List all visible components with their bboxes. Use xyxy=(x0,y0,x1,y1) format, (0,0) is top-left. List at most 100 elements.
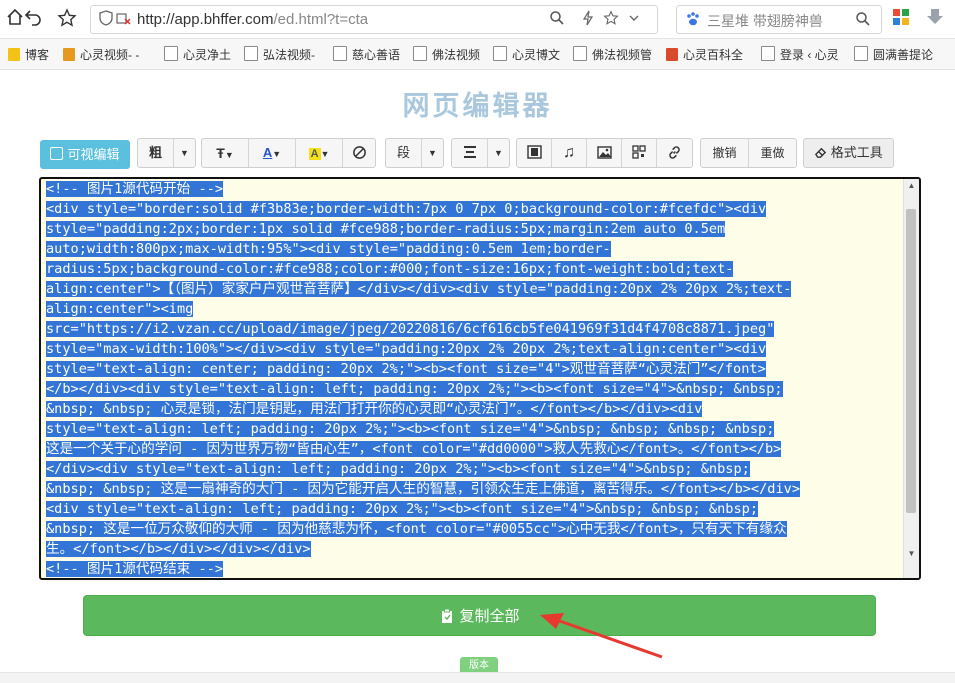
page-title: 网页编辑器 xyxy=(402,91,553,121)
browser-toolbar: http://app.bhffer.com/ed.html?t=cta 三星堆 … xyxy=(0,0,955,39)
code-line: &nbsp; &nbsp; 心灵是锁，法门是钥匙，用法门打开你的心灵即“心灵法门… xyxy=(46,399,904,419)
bookmark-item[interactable]: 博客 xyxy=(8,46,49,63)
bookmark-label: 慈心善语 xyxy=(352,48,401,62)
page-icon xyxy=(761,46,775,61)
bookmarks-bar: 博客 心灵视频- - 心灵净土 弘法视频- 慈心善语 佛法视频 心灵博文 佛法视… xyxy=(0,39,955,70)
bookmark-label: 佛法视频管 xyxy=(592,48,653,62)
bookmark-favicon-icon xyxy=(8,48,20,61)
page-icon xyxy=(244,46,258,61)
bookmark-item[interactable]: 登录 ‹ 心灵 xyxy=(761,46,839,63)
selected-code-text: &nbsp; &nbsp; 这是一扇神奇的大门 - 因为它能开启人生的智慧，引领… xyxy=(46,481,801,497)
video-icon[interactable] xyxy=(517,139,552,167)
paragraph-group: 段 ▼ xyxy=(385,138,444,168)
address-bar[interactable]: http://app.bhffer.com/ed.html?t=cta xyxy=(90,5,658,34)
font-format-group: Ŧ▼ A▼ A ▼ xyxy=(201,138,376,168)
format-tool-button[interactable]: 格式工具 xyxy=(803,138,894,168)
code-line: src="https://i2.vzan.cc/upload/image/jpe… xyxy=(46,319,904,339)
code-line: </b></div><div style="text-align: left; … xyxy=(46,379,904,399)
align-dropdown-chevron-icon[interactable]: ▼ xyxy=(488,139,509,167)
search-icon[interactable] xyxy=(855,11,871,31)
selected-code-text: style="max-width:100%"></div><div style=… xyxy=(46,341,767,357)
image-icon[interactable] xyxy=(587,139,622,167)
font-size-icon[interactable]: Ŧ▼ xyxy=(202,139,249,167)
bookmark-label: 心灵百科全 xyxy=(683,48,744,62)
code-editor[interactable]: <!-- 图片1源代码开始 --> <div style="border:soli… xyxy=(39,177,921,580)
back-icon[interactable] xyxy=(22,8,44,30)
media-group: ♫ xyxy=(516,138,693,168)
bold-button[interactable]: 粗 xyxy=(138,139,174,167)
bookmark-item[interactable]: 心灵视频- - xyxy=(63,46,139,63)
selected-code-text: radius:5px;background-color:#fce988;colo… xyxy=(46,261,734,277)
bookmark-item[interactable]: 心灵百科全 xyxy=(666,46,743,63)
search-placeholder: 三星堆 带翅膀神兽 xyxy=(707,13,823,29)
copy-all-label: 复制全部 xyxy=(459,608,520,625)
bookmark-label: 博客 xyxy=(25,48,50,62)
download-icon[interactable] xyxy=(924,7,946,29)
url-host: http://app.bhffer.com xyxy=(137,11,274,28)
code-line: 生。</font></b></div></div></div> xyxy=(46,539,904,559)
page-bottom-edge xyxy=(0,672,955,683)
bookmark-label: 登录 ‹ 心灵 xyxy=(780,48,839,62)
align-center-icon[interactable] xyxy=(452,139,488,167)
bookmark-item[interactable]: 佛法视频管 xyxy=(573,46,652,63)
lightning-icon[interactable] xyxy=(581,10,595,30)
redo-button[interactable]: 重做 xyxy=(749,139,796,167)
code-line: style="padding:2px;border:1px solid #fce… xyxy=(46,219,904,239)
code-line: <div style="text-align: left; padding: 2… xyxy=(46,499,904,519)
bookmark-item[interactable]: 心灵博文 xyxy=(493,46,560,63)
copy-all-button[interactable]: 复制全部 xyxy=(83,595,876,636)
code-line: style="text-align: center; padding: 20px… xyxy=(46,359,904,379)
bookmark-favicon-icon xyxy=(63,48,75,61)
selected-code-text: align:center"><img xyxy=(46,301,194,317)
bookmark-item[interactable]: 圆满善提论 xyxy=(854,46,933,63)
search-box[interactable]: 三星堆 带翅膀神兽 xyxy=(676,5,882,34)
code-line: style="text-align: left; padding: 20px 2… xyxy=(46,419,904,439)
code-line: align:center">【（图片）家家户户观世音菩萨】</div></div… xyxy=(46,279,904,299)
bold-dropdown-chevron-icon[interactable]: ▼ xyxy=(174,139,195,167)
edit-icon xyxy=(50,147,64,160)
apps-grid-icon[interactable] xyxy=(890,8,912,30)
selected-code-text: </b></div><div style="text-align: left; … xyxy=(46,381,783,397)
bookmark-item[interactable]: 弘法视频- xyxy=(244,46,315,63)
chevron-down-icon[interactable] xyxy=(627,10,641,30)
editor-scrollbar[interactable]: ▲ ▼ xyxy=(903,179,919,578)
highlight-color-icon[interactable]: A ▼ xyxy=(296,139,343,167)
paragraph-dropdown-chevron-icon[interactable]: ▼ xyxy=(422,139,443,167)
undo-button[interactable]: 撤销 xyxy=(701,139,749,167)
page-icon xyxy=(854,46,868,61)
font-color-icon[interactable]: A▼ xyxy=(249,139,296,167)
qrcode-icon[interactable] xyxy=(622,139,657,167)
paragraph-button[interactable]: 段 xyxy=(386,139,422,167)
code-line: radius:5px;background-color:#fce988;colo… xyxy=(46,259,904,279)
search-icon[interactable] xyxy=(549,10,565,30)
bookmark-item[interactable]: 佛法视频 xyxy=(413,46,480,63)
selected-code-text: &nbsp; &nbsp; 心灵是锁，法门是钥匙，用法门打开你的心灵即“心灵法门… xyxy=(46,401,703,417)
url-path: /ed.html?t=cta xyxy=(273,11,369,28)
format-tool-label: 格式工具 xyxy=(830,145,883,160)
link-icon[interactable] xyxy=(657,139,692,167)
clipboard-icon xyxy=(442,608,453,623)
bookmark-label: 弘法视频- xyxy=(263,48,315,62)
bookmark-item[interactable]: 心灵净土 xyxy=(164,46,231,63)
code-line: &nbsp; 这是一位万众敬仰的大师 - 因为他慈悲为怀，<font color… xyxy=(46,519,904,539)
clear-format-icon[interactable] xyxy=(343,139,375,167)
scroll-down-icon[interactable]: ▼ xyxy=(904,549,919,558)
selected-code-text: </div><div style="text-align: left; padd… xyxy=(46,461,750,477)
selected-code-text: src="https://i2.vzan.cc/upload/image/jpe… xyxy=(46,321,775,337)
history-group: 撤销 重做 xyxy=(700,138,797,168)
favorite-star-icon[interactable] xyxy=(56,8,78,30)
scrollbar-thumb[interactable] xyxy=(906,209,916,513)
bookmark-star-icon[interactable] xyxy=(603,10,619,30)
code-line: <!-- 图片1源代码结束 --> xyxy=(46,559,904,578)
bookmark-label: 佛法视频 xyxy=(432,48,481,62)
code-line: auto;width:800px;max-width:95%"><div sty… xyxy=(46,239,904,259)
bookmark-label: 心灵博文 xyxy=(512,48,561,62)
align-group: ▼ xyxy=(451,138,510,168)
scroll-up-icon[interactable]: ▲ xyxy=(904,181,919,190)
page-icon xyxy=(333,46,347,61)
code-line: align:center"><img xyxy=(46,299,904,319)
bookmark-item[interactable]: 慈心善语 xyxy=(333,46,400,63)
visual-edit-button[interactable]: 可视编辑 xyxy=(40,140,130,169)
selected-code-text: style="text-align: center; padding: 20px… xyxy=(46,361,766,377)
music-icon[interactable]: ♫ xyxy=(552,139,587,167)
